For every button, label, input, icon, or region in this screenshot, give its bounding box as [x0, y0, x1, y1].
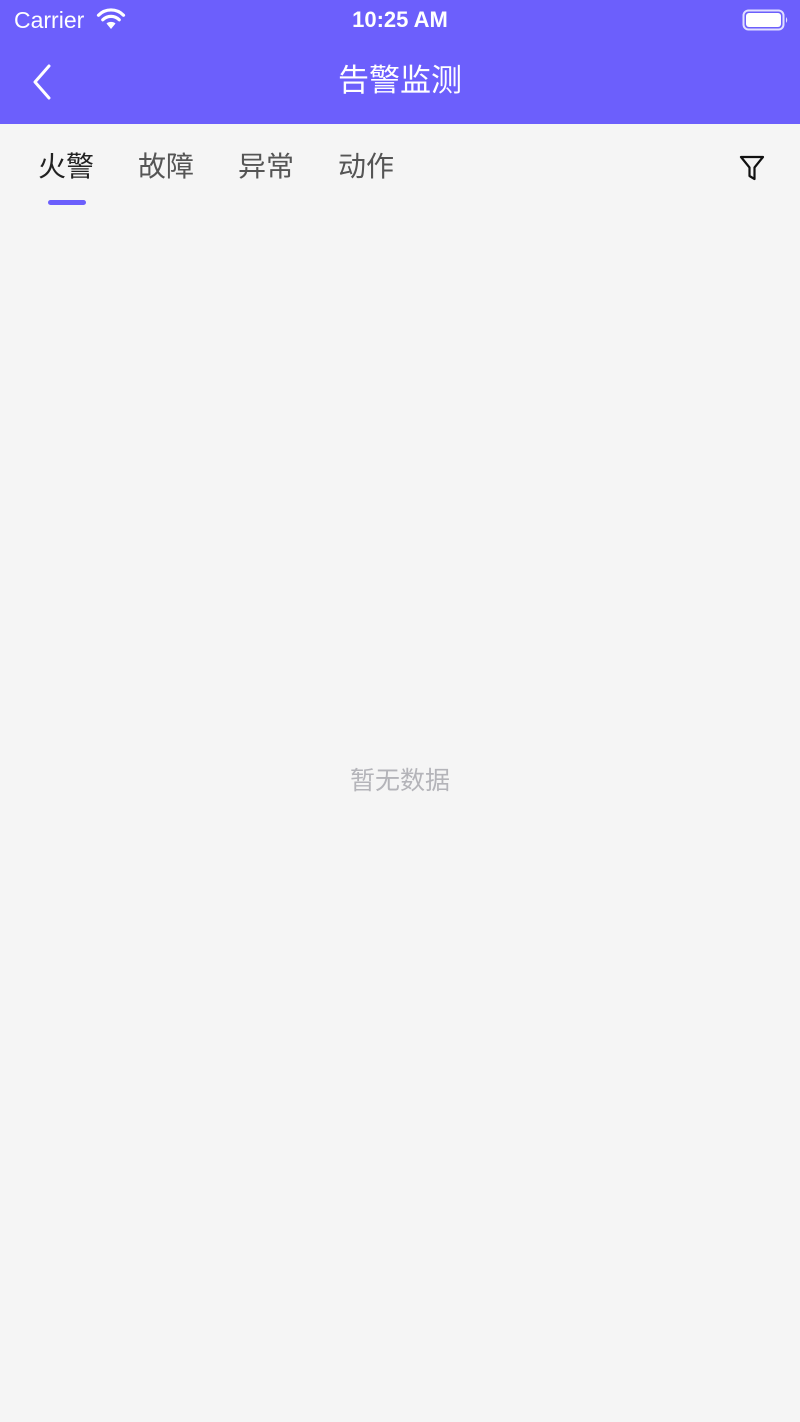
empty-state-message: 暂无数据: [349, 766, 450, 795]
chevron-left-icon: [33, 64, 51, 100]
tab-fire-alarm[interactable]: 火警: [38, 146, 94, 188]
tab-bar: 火警 故障 异常 动作: [0, 124, 800, 214]
filter-button[interactable]: [734, 150, 770, 186]
status-bar: Carrier 10:25 AM: [0, 0, 800, 40]
back-button[interactable]: [18, 56, 66, 108]
tab-fault[interactable]: 故障: [138, 146, 194, 188]
page-title: 告警监测: [338, 63, 462, 99]
battery-icon: [742, 9, 788, 31]
tab-action[interactable]: 动作: [338, 146, 394, 188]
status-time: 10:25 AM: [352, 7, 448, 32]
tab-abnormal[interactable]: 异常: [238, 146, 294, 188]
app-header: Carrier 10:25 AM 告警监测: [0, 0, 800, 124]
navigation-bar: 告警监测: [0, 40, 800, 124]
active-tab-indicator: [48, 200, 86, 205]
filter-icon: [739, 155, 765, 181]
